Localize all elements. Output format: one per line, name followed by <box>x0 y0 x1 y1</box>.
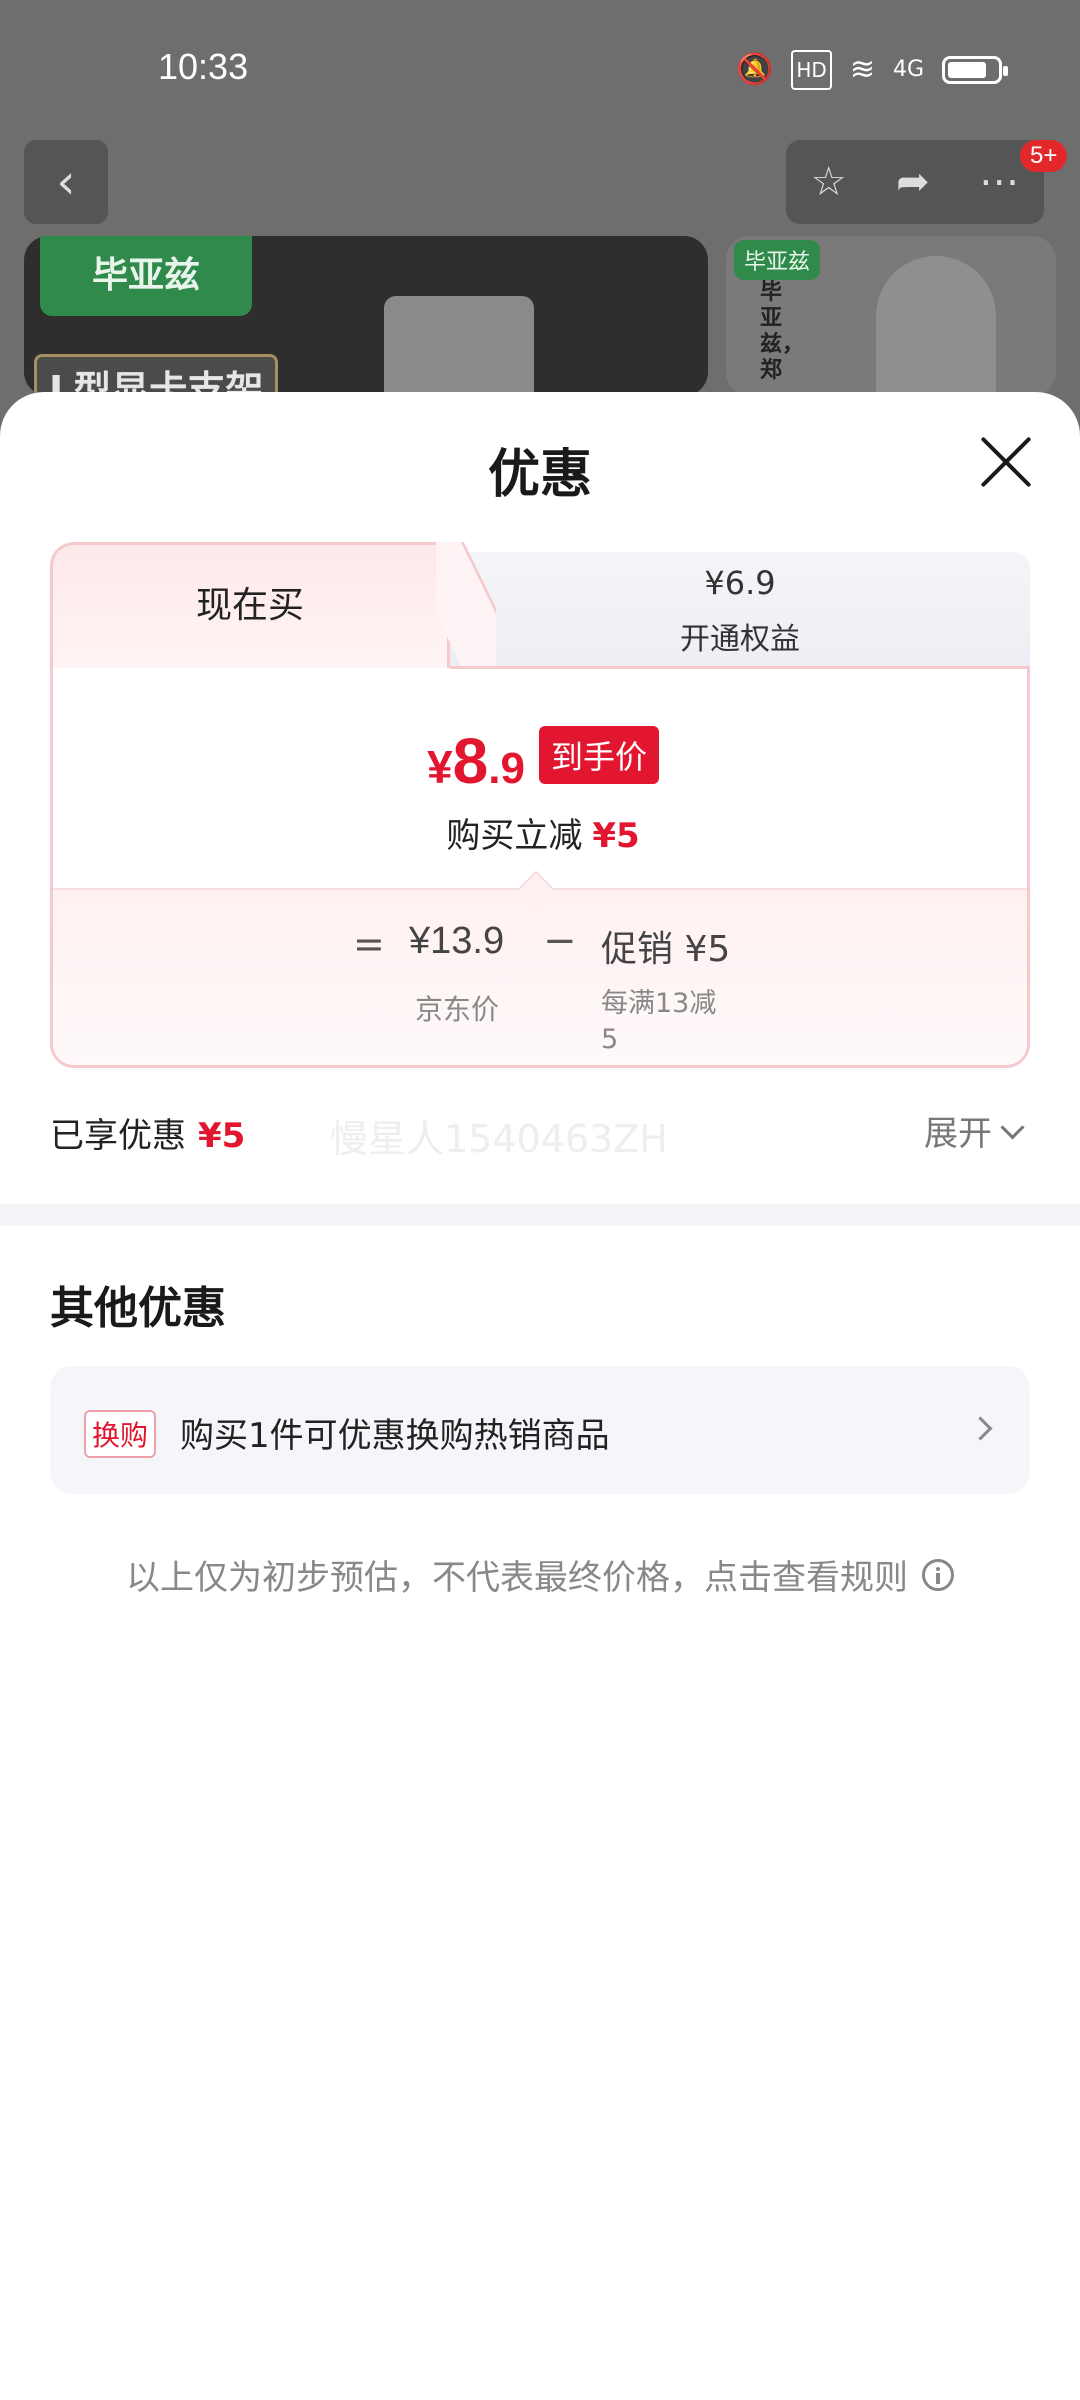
banner-vertical-text: 毕亚兹，郑 <box>760 280 805 383</box>
tab-member-price: ¥6.9 <box>704 564 776 602</box>
status-icons: 🔕 HD ≋ 4G <box>736 50 1008 90</box>
enjoyed-amount: ¥5 <box>198 1116 246 1156</box>
final-price: ¥8.9 <box>427 725 525 797</box>
brand-logo: 毕亚兹 <box>40 236 252 316</box>
offer-tag: 换购 <box>84 1410 157 1458</box>
share-icon[interactable]: ➦ <box>896 159 930 205</box>
brand-logo-small: 毕亚兹 <box>734 240 821 280</box>
sheet-title: 优惠 <box>487 445 592 505</box>
star-icon[interactable]: ☆ <box>811 159 847 205</box>
card-divider <box>450 666 1030 669</box>
promo-desc: 每满13减5 <box>601 988 717 1055</box>
offer-row-exchange[interactable]: 换购 购买1件可优惠换购热销商品 <box>50 1366 1030 1494</box>
battery-icon <box>942 56 1008 84</box>
price-card: ¥6.9 开通权益 现在买 ¥8.9 到手价 购买立减 ¥5 = ¥13.9 京东… <box>50 542 1030 1068</box>
discount-sheet: 优惠 ¥6.9 开通权益 现在买 ¥8.9 到手价 购买立减 ¥5 = ¥13.9… <box>0 392 1080 2400</box>
product-photo <box>384 296 534 396</box>
offer-text: 购买1件可优惠换购热销商品 <box>180 1416 610 1456</box>
other-offers-title: 其他优惠 <box>50 1283 226 1334</box>
disclaimer-text: 以上仅为初步预估，不代表最终价格，点击查看规则 <box>126 1558 908 1598</box>
tab-buy-now-label: 现在买 <box>195 585 304 626</box>
info-icon[interactable] <box>922 1558 954 1591</box>
calc-minus: − <box>543 918 577 964</box>
price-calculation: = ¥13.9 京东价 − 促销 ¥5 每满13减5 <box>53 870 1027 1065</box>
watermark: 慢星人1540463ZH <box>330 1117 668 1161</box>
expand-label: 展开 <box>924 1114 992 1154</box>
message-badge: 5+ <box>1020 140 1068 172</box>
status-time: 10:33 <box>158 46 249 87</box>
banner-headline: L型显卡支架 <box>34 354 279 396</box>
instant-reduce-amount: ¥5 <box>592 816 640 856</box>
bell-off-icon: 🔕 <box>736 52 774 87</box>
final-price-tag: 到手价 <box>538 726 659 784</box>
close-icon[interactable] <box>976 432 1036 492</box>
spokesperson-photo <box>876 256 996 396</box>
tab-member-label: 开通权益 <box>680 622 800 657</box>
section-divider <box>0 1204 1080 1226</box>
instant-reduce: 购买立减 ¥5 <box>53 808 1027 857</box>
top-actions: ☆ ➦ ⋯ <box>786 140 1044 224</box>
signal-4g-icon: 4G <box>892 57 924 82</box>
status-bar: 10:33 🔕 HD ≋ 4G <box>0 0 1080 140</box>
calc-notch <box>517 870 555 908</box>
more-icon[interactable]: ⋯ <box>979 159 1019 205</box>
chevron-right-icon <box>968 1416 993 1441</box>
jd-price: ¥13.9 <box>409 920 505 962</box>
product-image-main[interactable]: 毕亚兹 L型显卡支架 <box>24 236 708 396</box>
hd-icon: HD <box>791 50 832 90</box>
wifi-icon: ≋ <box>849 52 875 87</box>
jd-price-label: 京东价 <box>415 993 500 1026</box>
instant-reduce-label: 购买立减 <box>446 816 583 856</box>
chevron-left-icon: ‹ <box>56 154 76 210</box>
expand-button[interactable]: 展开 <box>924 1106 1025 1155</box>
calc-equals: = <box>353 922 385 966</box>
tab-member-benefit[interactable]: ¥6.9 开通权益 <box>450 552 1030 670</box>
enjoyed-label: 已享优惠 <box>50 1116 186 1156</box>
product-image-secondary[interactable]: 毕亚兹 毕亚兹，郑 <box>726 236 1056 396</box>
final-price-row: ¥8.9 到手价 <box>53 724 1027 798</box>
back-button[interactable]: ‹ <box>24 140 108 224</box>
chevron-down-icon <box>1000 1115 1025 1140</box>
promo-amount: 促销 ¥5 <box>601 929 731 970</box>
enjoyed-discount: 已享优惠 ¥5 <box>50 1108 245 1157</box>
disclaimer[interactable]: 以上仅为初步预估，不代表最终价格，点击查看规则 <box>0 1550 1080 1599</box>
price-detail: ¥8.9 到手价 购买立减 ¥5 = ¥13.9 京东价 − 促销 ¥5 每满13… <box>50 668 1030 1068</box>
